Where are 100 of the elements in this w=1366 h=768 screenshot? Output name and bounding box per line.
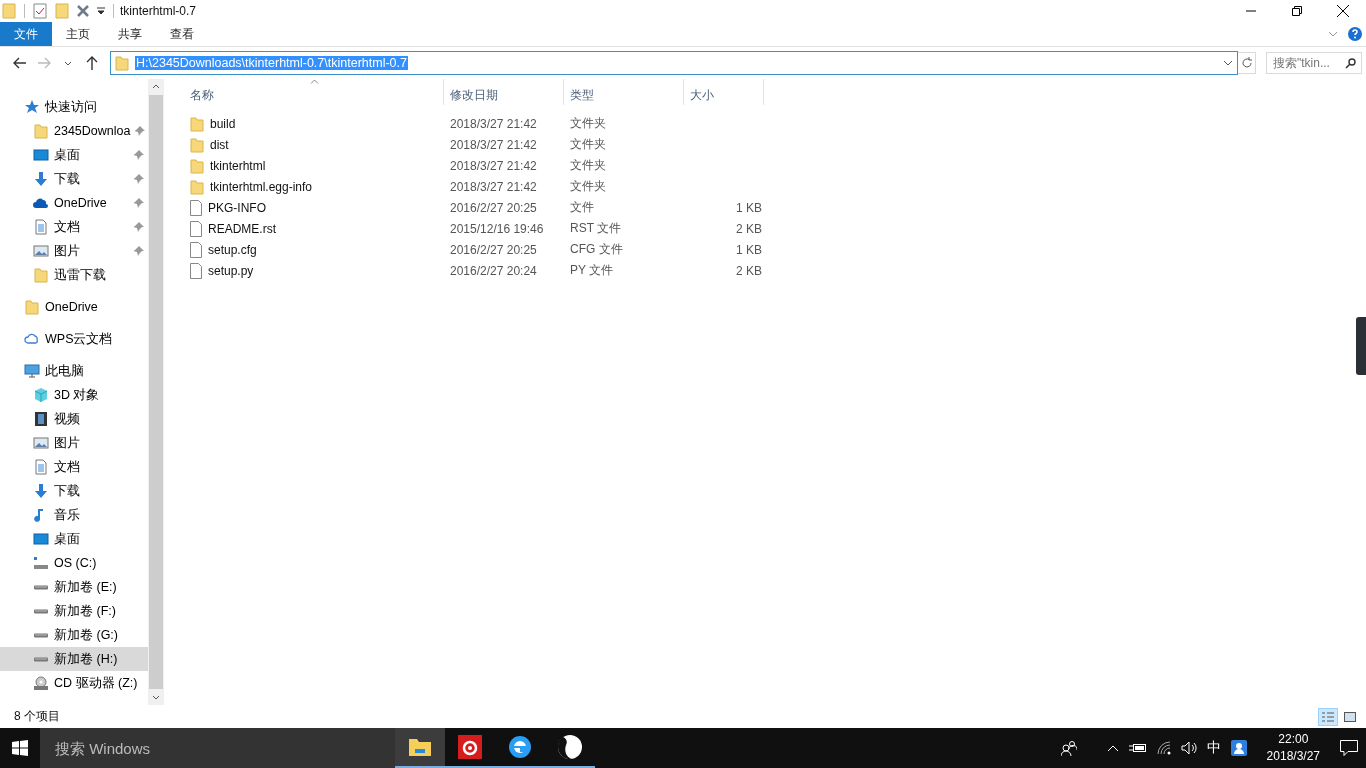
drive-icon <box>33 584 49 590</box>
forward-arrow-icon <box>37 57 51 69</box>
desktop-icon <box>33 147 49 163</box>
contact-icon[interactable] <box>1230 740 1247 756</box>
file-icon <box>190 262 202 279</box>
side-handle[interactable] <box>1356 317 1366 375</box>
dropdown-icon[interactable] <box>97 7 105 15</box>
film-icon <box>33 411 49 427</box>
file-name[interactable]: tkinterhtml <box>210 158 266 173</box>
nav-item[interactable]: OneDrive <box>0 191 148 215</box>
file-type: 文件夹 <box>569 178 607 195</box>
list-icon <box>1322 711 1334 722</box>
nav-item[interactable]: OneDrive <box>0 295 148 319</box>
nav-item[interactable]: 下载 <box>0 167 148 191</box>
file-name[interactable]: build <box>210 116 236 131</box>
drive-icon <box>33 608 49 614</box>
nav-item[interactable]: 新加卷 (G:) <box>0 623 148 647</box>
window-title: tkinterhtml-0.7 <box>120 4 197 18</box>
battery-icon[interactable] <box>1128 743 1147 753</box>
nav-item[interactable]: 迅雷下载 <box>0 263 148 287</box>
back-arrow-icon <box>13 57 27 69</box>
nav-item[interactable]: 桌面 <box>0 527 148 551</box>
nav-item[interactable]: 视频 <box>0 407 148 431</box>
delete-icon[interactable] <box>77 5 89 17</box>
nav-item[interactable]: OS (C:) <box>0 551 148 575</box>
nav-item[interactable]: 2345Downloa <box>0 119 148 143</box>
chevron-down-icon[interactable] <box>1223 60 1233 66</box>
file-size: 1 KB <box>735 242 762 257</box>
folder-icon <box>190 115 204 132</box>
clock[interactable]: 22:00 2018/3/27 <box>1256 731 1330 765</box>
scrollbar[interactable] <box>148 79 164 705</box>
file-name[interactable]: setup.cfg <box>208 242 257 257</box>
drive-icon <box>33 656 49 662</box>
search-field[interactable]: 搜索"tkin... <box>1266 52 1362 74</box>
nav-item[interactable]: 新加卷 (E:) <box>0 575 148 599</box>
refresh-button[interactable] <box>1238 52 1256 74</box>
refresh-icon <box>1240 57 1253 69</box>
column-header[interactable]: 大小 <box>684 79 764 105</box>
input-method-indicator[interactable]: 中 <box>1206 739 1221 757</box>
modified-date: 2016/2/27 20:25 <box>449 242 538 257</box>
modified-date: 2016/2/27 20:24 <box>449 263 538 278</box>
folder-icon <box>33 123 49 139</box>
volume-icon[interactable] <box>1180 741 1197 755</box>
download-arrow-icon <box>33 483 49 499</box>
ribbon-tab[interactable]: 共享 <box>104 22 156 46</box>
nav-item[interactable]: WPS云文档 <box>0 327 148 351</box>
ribbon-tab[interactable]: 查看 <box>156 22 208 46</box>
file-menu-tab[interactable]: 文件 <box>0 22 52 46</box>
drive-icon <box>33 632 49 638</box>
up-arrow-icon <box>86 56 98 70</box>
file-size: 2 KB <box>735 221 762 236</box>
nav-item[interactable]: 音乐 <box>0 503 148 527</box>
file-type: 文件 <box>569 199 595 216</box>
ribbon-tab[interactable]: 主页 <box>52 22 104 46</box>
folder-icon <box>33 267 49 283</box>
people-icon[interactable] <box>1060 740 1077 756</box>
taskbar-search-field[interactable]: 搜索 Windows <box>40 728 395 768</box>
nav-item[interactable]: 下载 <box>0 479 148 503</box>
notification-icon[interactable] <box>1340 740 1358 756</box>
folder-icon <box>190 157 204 174</box>
nav-item[interactable]: 文档 <box>0 455 148 479</box>
file-type: RST 文件 <box>569 220 623 237</box>
nav-item[interactable]: 新加卷 (F:) <box>0 599 148 623</box>
nav-item[interactable]: 此电脑 <box>0 359 148 383</box>
picture-icon <box>1344 711 1356 722</box>
nav-item[interactable]: 桌面 <box>0 143 148 167</box>
modified-date: 2018/3/27 21:42 <box>449 158 538 173</box>
file-name[interactable]: PKG-INFO <box>208 200 266 215</box>
cloud-icon <box>24 331 40 347</box>
cube-icon <box>33 387 49 403</box>
system-drive-icon <box>33 555 49 571</box>
taskbar-app-button[interactable] <box>395 728 445 768</box>
properties-icon[interactable] <box>33 3 47 19</box>
nav-item[interactable]: 文档 <box>0 215 148 239</box>
help-icon[interactable] <box>1348 27 1362 41</box>
file-name[interactable]: tkinterhtml.egg-info <box>210 179 313 194</box>
star-icon <box>24 99 40 115</box>
disc-drive-icon <box>33 675 49 691</box>
file-name[interactable]: dist <box>210 137 229 152</box>
modified-date: 2018/3/27 21:42 <box>449 116 538 131</box>
nav-item[interactable]: CD 驱动器 (Z:) <box>0 671 148 695</box>
chevron-up-icon[interactable] <box>1106 744 1119 752</box>
file-type: 文件夹 <box>569 157 607 174</box>
nav-item[interactable]: 快速访问 <box>0 95 148 119</box>
column-header[interactable]: 名称 <box>184 79 444 105</box>
file-name[interactable]: README.rst <box>208 221 276 236</box>
nav-item[interactable]: 3D 对象 <box>0 383 148 407</box>
column-header[interactable]: 修改日期 <box>444 79 564 105</box>
nav-item[interactable]: 新加卷 (H:) <box>0 647 148 671</box>
chevron-down-icon <box>64 60 72 66</box>
wifi-icon[interactable] <box>1156 741 1171 755</box>
nav-item[interactable]: 图片 <box>0 431 148 455</box>
close-icon <box>1337 5 1349 17</box>
nav-item[interactable]: 图片 <box>0 239 148 263</box>
file-icon <box>190 220 202 237</box>
download-arrow-icon <box>33 171 49 187</box>
file-name[interactable]: setup.py <box>208 263 254 278</box>
folder-icon <box>115 55 129 71</box>
column-header[interactable]: 类型 <box>564 79 684 105</box>
picture-icon <box>33 435 49 451</box>
